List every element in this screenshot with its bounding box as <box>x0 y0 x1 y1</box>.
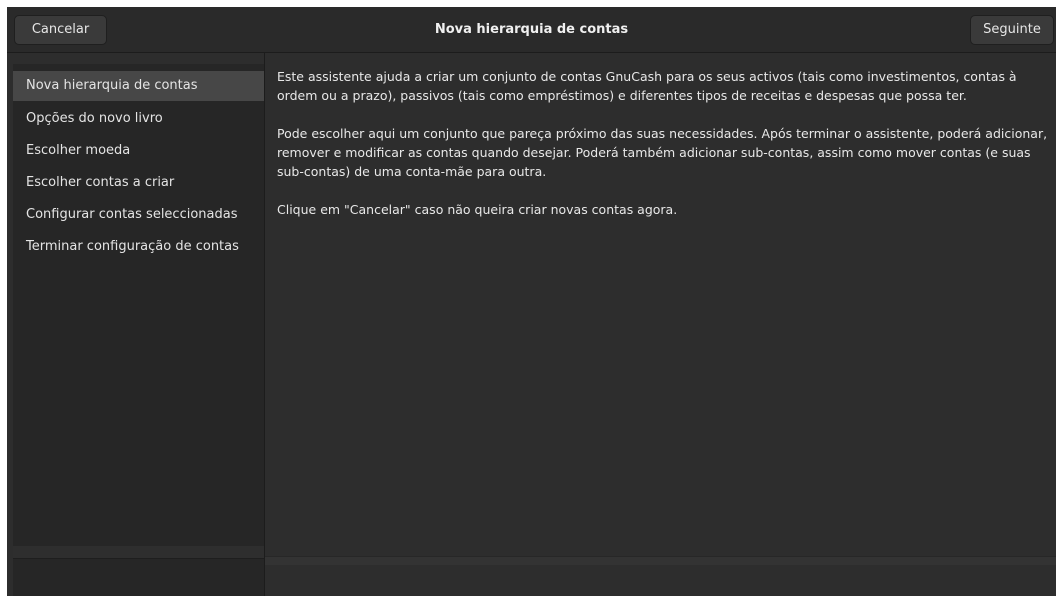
sidebar-footer <box>13 546 264 559</box>
choice-paragraph: Pode escolher aqui um conjunto que pareç… <box>277 126 1048 179</box>
sidebar-step-new-book-options[interactable]: Opções do novo livro <box>13 104 264 134</box>
next-button[interactable]: Seguinte <box>970 15 1054 45</box>
assistant-content: Este assistente ajuda a criar um conjunt… <box>277 67 1049 238</box>
header-bar: Cancelar Nova hierarquia de contas Segui… <box>7 7 1056 53</box>
sidebar-step-choose-currency[interactable]: Escolher moeda <box>13 136 264 166</box>
sidebar-divider <box>264 53 265 596</box>
content-footer <box>265 556 1056 565</box>
sidebar-step-new-hierarchy[interactable]: Nova hierarquia de contas <box>13 71 264 101</box>
sidebar-step-choose-accounts[interactable]: Escolher contas a criar <box>13 168 264 198</box>
steps-sidebar: Nova hierarquia de contas Opções do novo… <box>13 64 264 596</box>
intro-paragraph: Este assistente ajuda a criar um conjunt… <box>277 69 1017 103</box>
sidebar-step-finish-setup[interactable]: Terminar configuração de contas <box>13 232 264 262</box>
assistant-window: Cancelar Nova hierarquia de contas Segui… <box>7 7 1056 596</box>
cancel-button[interactable]: Cancelar <box>14 15 107 45</box>
cancel-hint-paragraph: Clique em "Cancelar" caso não queira cri… <box>277 202 678 217</box>
sidebar-step-setup-selected-accounts[interactable]: Configurar contas seleccionadas <box>13 200 264 230</box>
window-title: Nova hierarquia de contas <box>434 22 629 37</box>
